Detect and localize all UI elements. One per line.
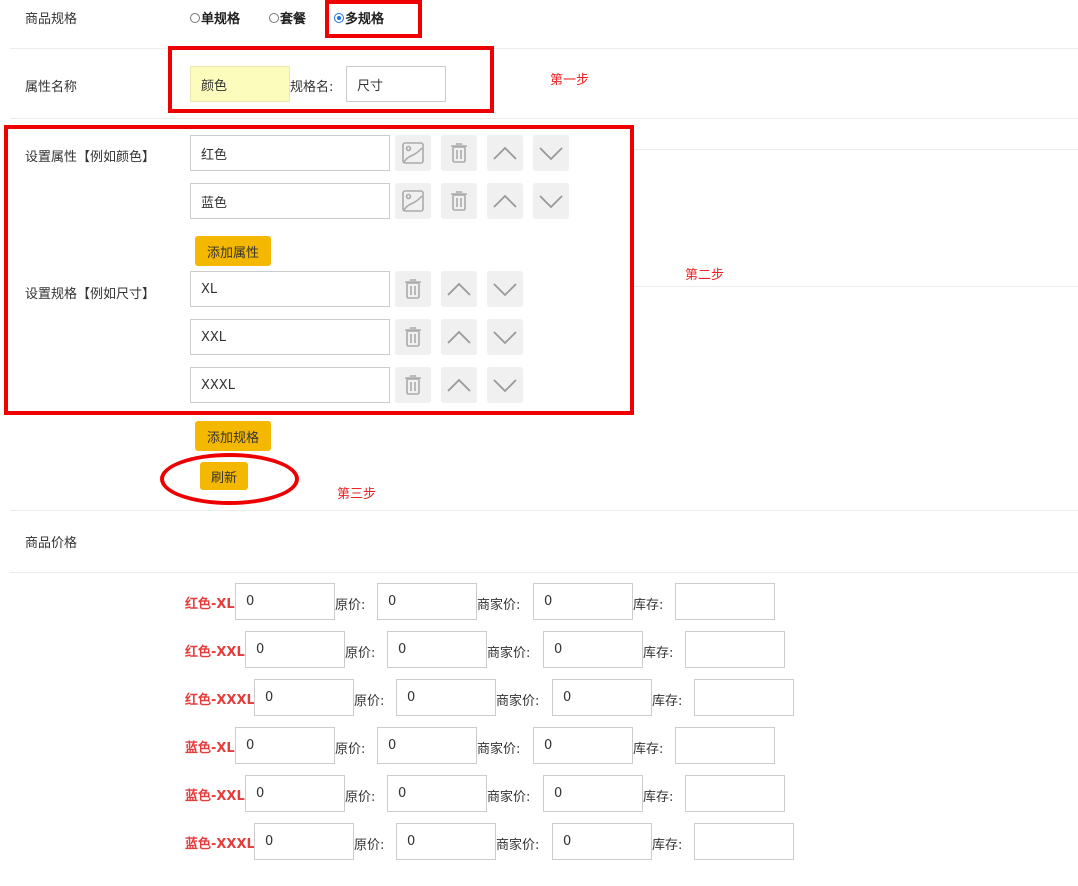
sku-price-input[interactable] <box>245 631 345 668</box>
divider <box>630 286 1078 287</box>
merchant-price-input[interactable] <box>533 583 633 620</box>
sku-price-input[interactable] <box>235 727 335 764</box>
stock-input[interactable] <box>685 631 785 668</box>
annotation-step2: 第二步 <box>685 268 725 283</box>
price-label: 商品价格 <box>25 536 78 551</box>
divider <box>10 118 1078 119</box>
attr-name-label: 属性名称 <box>25 80 78 95</box>
radio-label: 单规格 <box>201 12 241 27</box>
sku-name: 蓝色-XXXL <box>185 837 255 852</box>
annotation-step3: 第三步 <box>337 487 377 502</box>
stock-input[interactable] <box>675 727 775 764</box>
annotation-box-step1 <box>168 46 494 113</box>
original-price-input[interactable] <box>396 679 496 716</box>
stock-label: 库存: <box>652 694 683 709</box>
original-price-label: 原价: <box>345 790 376 805</box>
original-price-input[interactable] <box>396 823 496 860</box>
add-spec-button[interactable]: 添加规格 <box>195 421 271 451</box>
radio-circle-icon <box>269 12 279 23</box>
stock-label: 库存: <box>643 646 674 661</box>
annotation-box-multi-spec <box>325 0 422 38</box>
sku-name: 红色-XL <box>185 597 235 612</box>
radio-label: 套餐 <box>280 12 307 27</box>
merchant-price-label: 商家价: <box>496 694 540 709</box>
merchant-price-label: 商家价: <box>487 790 531 805</box>
stock-input[interactable] <box>694 679 794 716</box>
original-price-input[interactable] <box>387 775 487 812</box>
divider <box>630 149 1078 150</box>
merchant-price-input[interactable] <box>552 679 652 716</box>
sku-price-input[interactable] <box>254 679 354 716</box>
merchant-price-label: 商家价: <box>477 598 521 613</box>
annotation-step1: 第一步 <box>550 73 590 88</box>
merchant-price-input[interactable] <box>533 727 633 764</box>
stock-label: 库存: <box>643 790 674 805</box>
radio-circle-icon <box>190 12 200 23</box>
sku-price-input[interactable] <box>254 823 354 860</box>
radio-package[interactable]: 套餐 <box>269 8 306 27</box>
merchant-price-input[interactable] <box>552 823 652 860</box>
radio-single-spec[interactable]: 单规格 <box>190 8 240 27</box>
stock-input[interactable] <box>675 583 775 620</box>
original-price-label: 原价: <box>335 598 366 613</box>
merchant-price-label: 商家价: <box>487 646 531 661</box>
sku-name: 红色-XXL <box>185 645 245 660</box>
original-price-input[interactable] <box>377 727 477 764</box>
sku-name: 蓝色-XXL <box>185 789 245 804</box>
merchant-price-label: 商家价: <box>496 838 540 853</box>
stock-input[interactable] <box>694 823 794 860</box>
stock-label: 库存: <box>633 598 664 613</box>
merchant-price-input[interactable] <box>543 631 643 668</box>
merchant-price-label: 商家价: <box>477 742 521 757</box>
divider <box>10 510 1078 511</box>
stock-label: 库存: <box>652 838 683 853</box>
original-price-label: 原价: <box>354 694 385 709</box>
sku-name: 蓝色-XL <box>185 741 235 756</box>
sku-price-input[interactable] <box>245 775 345 812</box>
annotation-ellipse-refresh <box>160 453 299 505</box>
sku-name: 红色-XXXL <box>185 693 255 708</box>
sku-price-input[interactable] <box>235 583 335 620</box>
merchant-price-input[interactable] <box>543 775 643 812</box>
original-price-label: 原价: <box>354 838 385 853</box>
original-price-label: 原价: <box>345 646 376 661</box>
divider <box>10 572 1078 573</box>
spec-type-label: 商品规格 <box>25 12 78 27</box>
original-price-input[interactable] <box>387 631 487 668</box>
original-price-label: 原价: <box>335 742 366 757</box>
stock-input[interactable] <box>685 775 785 812</box>
stock-label: 库存: <box>633 742 664 757</box>
original-price-input[interactable] <box>377 583 477 620</box>
annotation-box-step2 <box>4 125 634 415</box>
